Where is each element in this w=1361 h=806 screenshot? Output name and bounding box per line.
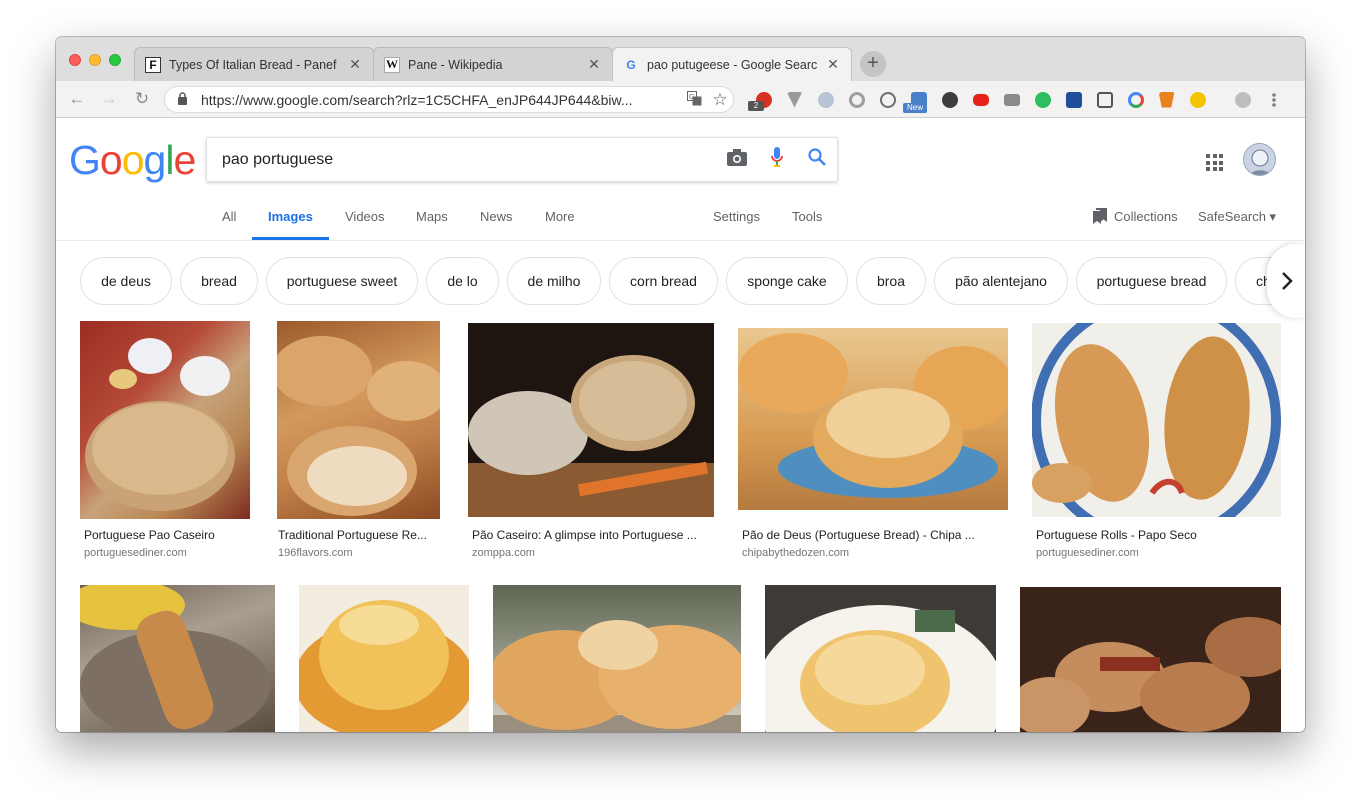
result-title[interactable]: Portuguese Pao Caseiro [84, 528, 250, 542]
safesearch-dropdown[interactable]: SafeSearch ▾ [1198, 209, 1276, 225]
window-minimize-button[interactable] [89, 54, 101, 66]
m-ext-icon[interactable] [1058, 89, 1089, 110]
result-image[interactable] [1020, 587, 1281, 732]
window-maximize-button[interactable] [109, 54, 121, 66]
reload-icon[interactable]: ↻ [131, 88, 153, 110]
result-title[interactable]: Portuguese Rolls - Papo Seco [1036, 528, 1281, 542]
result-image[interactable] [1032, 323, 1281, 517]
metamask-icon[interactable] [1151, 89, 1182, 110]
search-query: pao portuguese [222, 150, 334, 168]
search-input[interactable]: pao portuguese [206, 137, 838, 182]
tab-close-icon[interactable]: ✕ [586, 56, 602, 73]
bookmark-star-icon[interactable]: ☆ [707, 90, 733, 110]
chat-icon[interactable] [872, 89, 903, 110]
vimium-icon[interactable] [779, 89, 810, 110]
settings-link[interactable]: Settings [713, 209, 760, 224]
tab-news[interactable]: News [480, 209, 513, 224]
tab-all[interactable]: All [222, 209, 236, 224]
back-icon[interactable]: ← [66, 88, 88, 110]
result-site[interactable]: portuguesediner.com [1036, 547, 1139, 559]
apps-grid-icon[interactable] [1206, 154, 1223, 171]
tab-images[interactable]: Images [268, 209, 313, 224]
circle-ext-icon[interactable] [841, 89, 872, 110]
result-image[interactable] [80, 321, 250, 519]
google-favicon-icon: G [626, 57, 636, 72]
tab-title: Pane - Wikipedia [408, 57, 503, 72]
profile-icon[interactable] [1227, 89, 1258, 110]
result-site[interactable]: portuguesediner.com [84, 547, 187, 559]
result-image[interactable] [493, 585, 741, 732]
result-site[interactable]: zomppa.com [472, 547, 535, 559]
tab-videos[interactable]: Videos [345, 209, 385, 224]
related-chip[interactable]: pão alentejano [934, 257, 1068, 305]
result-title[interactable]: Traditional Portuguese Re... [278, 528, 440, 542]
google-logo[interactable]: Google [69, 137, 196, 184]
related-chip[interactable]: de deus [80, 257, 172, 305]
tab-more[interactable]: More [545, 209, 575, 224]
wikipedia-favicon-icon: W [384, 56, 400, 73]
microphone-icon[interactable] [757, 147, 797, 172]
globe-icon[interactable] [934, 89, 965, 110]
translate-icon[interactable]: G [681, 90, 707, 109]
result-site[interactable]: chipabythedozen.com [742, 547, 849, 559]
browser-tab[interactable]: W Pane - Wikipedia ✕ [373, 47, 613, 81]
f-favicon-icon: F [145, 56, 161, 73]
new-tab-button[interactable]: + [860, 51, 886, 77]
s-ext-icon[interactable] [1089, 89, 1120, 110]
result-image[interactable] [468, 323, 714, 517]
camera-search-icon[interactable] [717, 148, 757, 171]
result-image[interactable] [738, 328, 1008, 510]
collections-link[interactable]: Collections [1114, 209, 1178, 224]
related-chip[interactable]: de milho [507, 257, 601, 305]
menu-dots-icon[interactable] [1258, 89, 1289, 110]
chevron-right-icon[interactable] [1267, 244, 1305, 318]
result-site[interactable]: 196flavors.com [278, 547, 353, 559]
yellow-ext-icon[interactable] [1182, 89, 1213, 110]
related-chip[interactable]: sponge cake [726, 257, 848, 305]
tab-title: Types Of Italian Bread - Panef [169, 57, 337, 72]
svg-text:G: G [689, 94, 694, 101]
result-title[interactable]: Pão de Deus (Portuguese Bread) - Chipa .… [742, 528, 1008, 542]
avatar[interactable] [1243, 143, 1276, 176]
search-icon[interactable] [797, 148, 837, 171]
react-devtools-icon[interactable] [810, 89, 841, 110]
tab-close-icon[interactable]: ✕ [347, 56, 363, 73]
camera-ext-icon[interactable] [996, 89, 1027, 110]
tools-link[interactable]: Tools [792, 209, 822, 224]
result-image[interactable] [80, 585, 275, 732]
related-chip[interactable]: bread [180, 257, 258, 305]
related-chip[interactable]: de lo [426, 257, 499, 305]
abp-count-badge: 2 [748, 101, 764, 111]
evernote-icon[interactable] [1027, 89, 1058, 110]
address-bar[interactable]: https://www.google.com/search?rlz=1C5CHF… [164, 86, 734, 113]
lock-icon [177, 91, 191, 108]
google-header: Google pao portuguese All Images Videos … [56, 118, 1305, 278]
browser-toolbar: ← → ↻ https://www.google.com/search?rlz=… [56, 81, 1305, 118]
tab-maps[interactable]: Maps [416, 209, 448, 224]
collections-bookmark-icon[interactable] [1093, 208, 1107, 224]
result-image[interactable] [277, 321, 440, 519]
related-chip[interactable]: broa [856, 257, 926, 305]
tab-title: pao putugeese - Google Searc [647, 57, 818, 72]
forward-icon[interactable]: → [98, 88, 120, 110]
result-image[interactable] [299, 585, 469, 732]
related-chip[interactable]: portuguese sweet [266, 257, 418, 305]
tab-strip: F Types Of Italian Bread - Panef ✕ W Pan… [56, 37, 1305, 81]
browser-tab-active[interactable]: G pao putugeese - Google Searc ✕ [612, 47, 852, 81]
browser-window: F Types Of Italian Bread - Panef ✕ W Pan… [56, 37, 1305, 732]
related-chip[interactable]: portuguese bread [1076, 257, 1227, 305]
url-text: https://www.google.com/search?rlz=1C5CHF… [201, 91, 633, 108]
tab-close-icon[interactable]: ✕ [825, 56, 841, 73]
result-title[interactable]: Pão Caseiro: A glimpse into Portuguese .… [472, 528, 714, 542]
result-image[interactable] [765, 585, 996, 732]
window-close-button[interactable] [69, 54, 81, 66]
google-ext-icon[interactable] [1120, 89, 1151, 110]
related-chip[interactable]: corn bread [609, 257, 718, 305]
header-divider [56, 240, 1305, 241]
extensions-bar [748, 89, 1289, 110]
new-badge: New [903, 103, 927, 113]
youtube-icon[interactable] [965, 89, 996, 110]
browser-tab[interactable]: F Types Of Italian Bread - Panef ✕ [134, 47, 374, 81]
